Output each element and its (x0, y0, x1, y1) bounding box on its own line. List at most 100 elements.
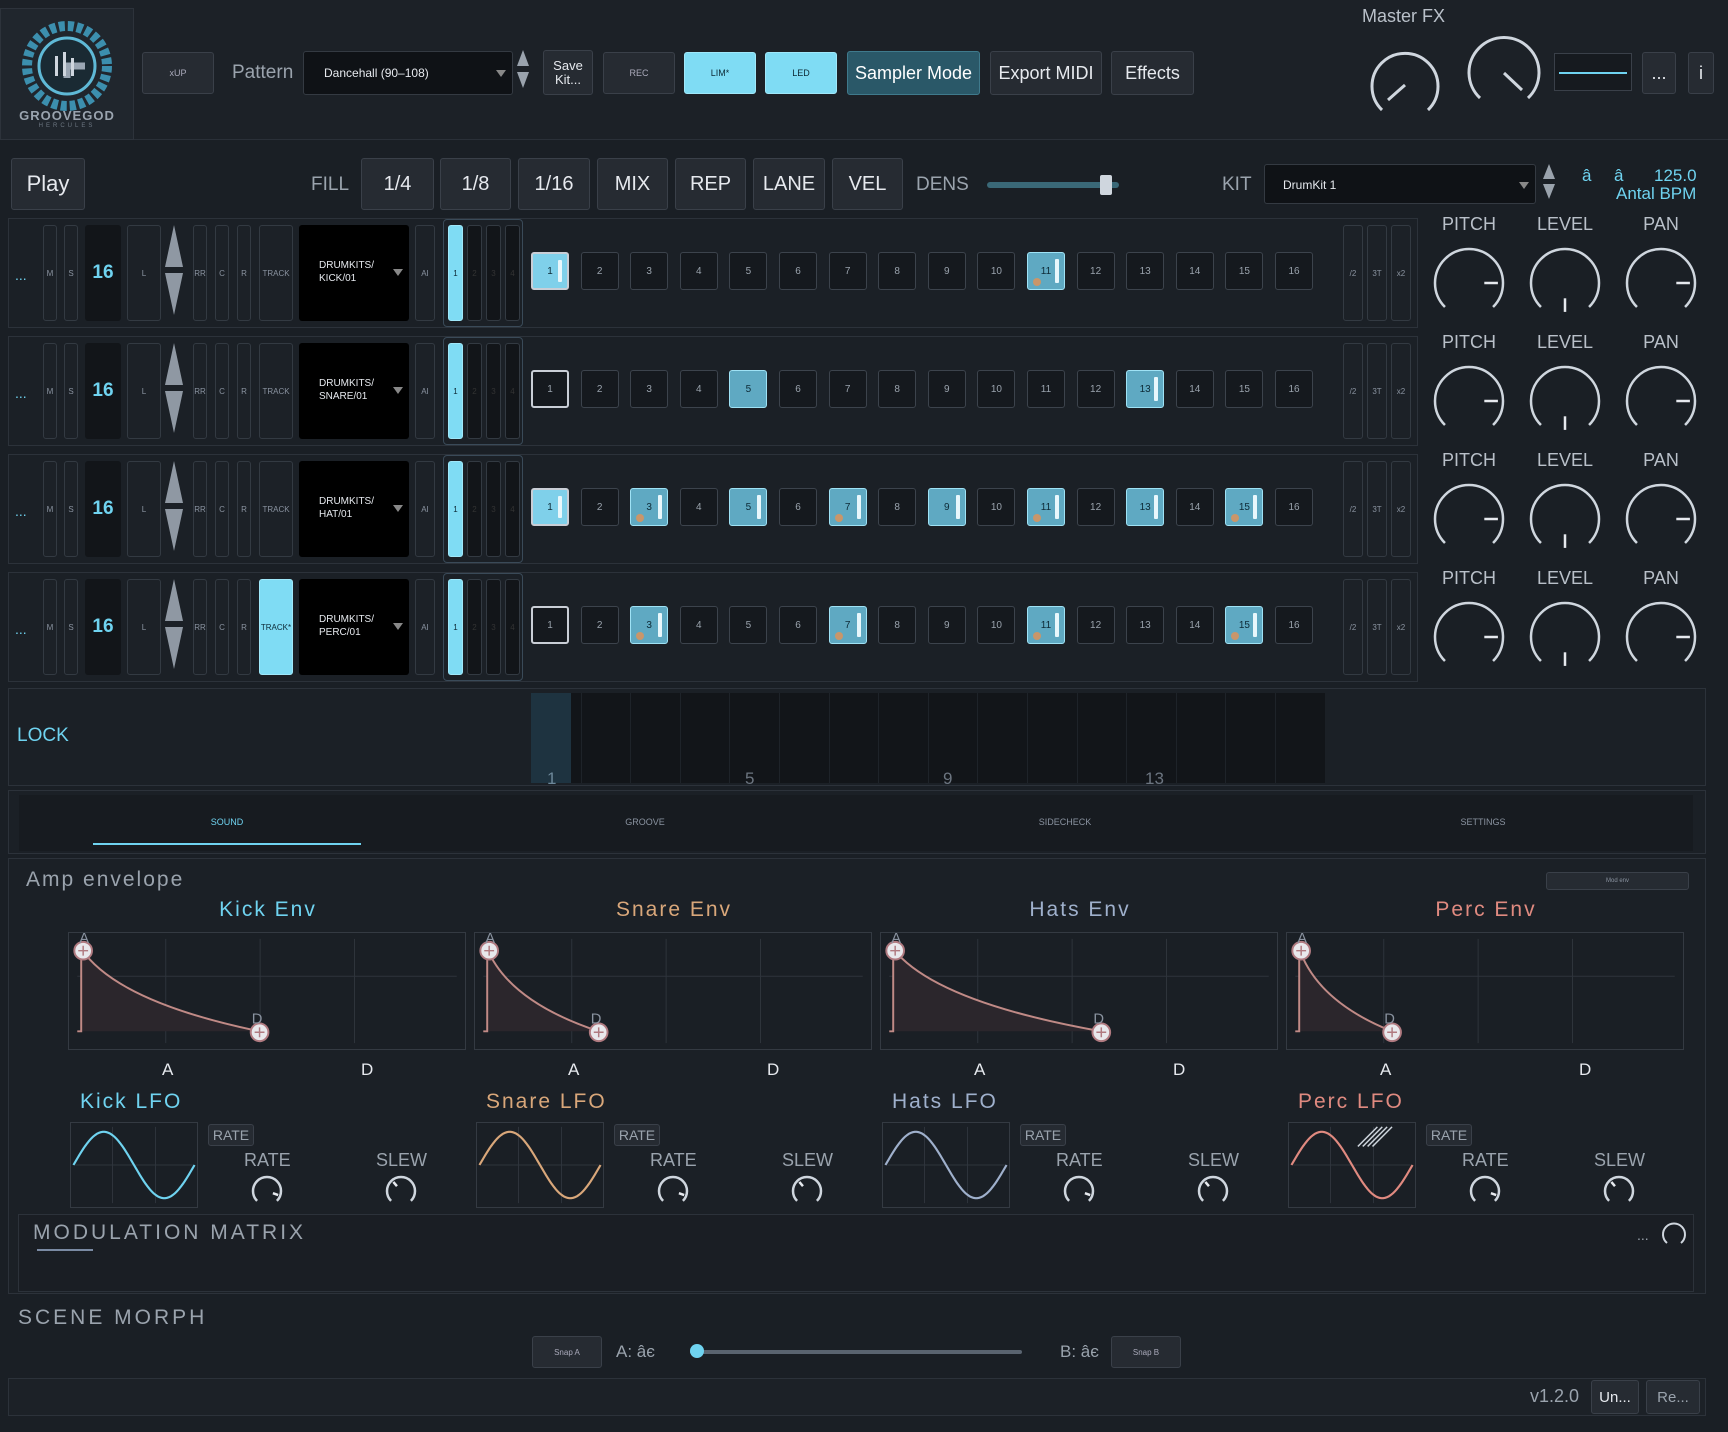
sampler-mode-button[interactable]: Sampler Mode (847, 51, 980, 95)
step-6[interactable]: 6 (779, 252, 817, 290)
step-9[interactable]: 9 (927, 370, 966, 408)
modulation-matrix-more[interactable]: ... (1637, 1227, 1649, 1243)
sample-select[interactable]: DRUMKITS/ SNARE/01 (299, 343, 409, 439)
step-9[interactable]: 9 (927, 252, 966, 290)
sample-select[interactable]: DRUMKITS/ KICK/01 (299, 225, 409, 321)
ai-button[interactable]: AI (415, 579, 435, 675)
track-more-button[interactable]: ... (15, 267, 27, 283)
master-fx-knob-2[interactable] (1465, 34, 1543, 112)
export-midi-button[interactable]: Export MIDI (990, 51, 1102, 95)
step-3[interactable]: 3 (630, 488, 669, 526)
half-button[interactable]: /2 (1343, 579, 1363, 675)
tab-sidecheck[interactable]: SIDECHECK (931, 817, 1199, 827)
bpm-value[interactable]: 125.0 (1654, 166, 1697, 186)
step-5[interactable]: 5 (729, 606, 768, 644)
page-2-button[interactable]: 2 (467, 225, 482, 321)
pitch-knob[interactable] (1432, 600, 1506, 674)
mix-button[interactable]: MIX (597, 158, 668, 210)
page-1-button[interactable]: 1 (448, 579, 463, 675)
ai-button[interactable]: AI (415, 225, 435, 321)
pan-knob[interactable] (1624, 364, 1698, 438)
lfo-slew-knob[interactable] (384, 1174, 418, 1208)
level-knob[interactable] (1528, 246, 1602, 320)
resize-grip-icon[interactable] (1357, 1126, 1393, 1147)
refresh-icon[interactable] (1659, 1221, 1689, 1251)
track-more-button[interactable]: ... (15, 385, 27, 401)
step-7[interactable]: 7 (828, 488, 867, 526)
half-button[interactable]: /2 (1343, 343, 1363, 439)
step-10[interactable]: 10 (977, 252, 1016, 290)
step-6[interactable]: 6 (779, 488, 817, 526)
step-2[interactable]: 2 (580, 370, 619, 408)
lfo-rate-knob[interactable] (1062, 1174, 1096, 1208)
page-1-button[interactable]: 1 (448, 225, 463, 321)
bpm-mode[interactable]: Antal BPM (1616, 184, 1696, 204)
step-1[interactable]: 1 (531, 252, 569, 290)
step-11[interactable]: 11 (1027, 370, 1065, 408)
lfo-rate-tag[interactable]: RATE (1426, 1124, 1472, 1146)
step-10[interactable]: 10 (977, 370, 1016, 408)
step-5[interactable]: 5 (729, 252, 768, 290)
ai-button[interactable]: AI (415, 343, 435, 439)
level-knob[interactable] (1528, 364, 1602, 438)
lfo-wave-display[interactable] (476, 1122, 604, 1208)
triplet-button[interactable]: 3T (1367, 225, 1387, 321)
step-10[interactable]: 10 (977, 488, 1016, 526)
step-13[interactable]: 13 (1126, 370, 1165, 408)
save-kit-button[interactable]: Save Kit... (543, 50, 593, 95)
step-3[interactable]: 3 (630, 606, 669, 644)
lfo-slew-knob[interactable] (790, 1174, 824, 1208)
snap-a-button[interactable]: Snap A (532, 1336, 602, 1368)
step-5[interactable]: 5 (729, 370, 768, 408)
step-9[interactable]: 9 (927, 488, 966, 526)
envelope-graph[interactable]: AD (474, 932, 872, 1050)
step-13[interactable]: 13 (1126, 606, 1165, 644)
arrow-up-icon[interactable] (517, 50, 529, 66)
step-12[interactable]: 12 (1076, 606, 1115, 644)
triplet-button[interactable]: 3T (1367, 461, 1387, 557)
page-selector[interactable]: 1234 (443, 573, 523, 681)
step-5[interactable]: 5 (729, 488, 768, 526)
track-more-button[interactable]: ... (15, 621, 27, 637)
ai-button[interactable]: AI (415, 461, 435, 557)
step-13[interactable]: 13 (1126, 252, 1165, 290)
envelope-graph[interactable]: AD (68, 932, 466, 1050)
double-button[interactable]: x2 (1391, 461, 1411, 557)
page-4-button[interactable]: 4 (505, 579, 520, 675)
step-11[interactable]: 11 (1027, 606, 1065, 644)
mute-button[interactable]: M (43, 225, 57, 321)
led-button[interactable]: LED (765, 52, 837, 94)
step-7[interactable]: 7 (828, 252, 867, 290)
step-12[interactable]: 12 (1076, 488, 1115, 526)
glyph-a[interactable]: â (1582, 166, 1591, 186)
play-button[interactable]: Play (11, 158, 85, 210)
arrow-up-icon[interactable] (165, 461, 183, 503)
step-15[interactable]: 15 (1225, 252, 1264, 290)
quant-sixteenth-button[interactable]: 1/16 (518, 158, 590, 210)
step-16[interactable]: 16 (1275, 606, 1313, 644)
step-2[interactable]: 2 (580, 488, 619, 526)
r-button[interactable]: R (237, 579, 251, 675)
kit-stepper[interactable] (1543, 164, 1557, 204)
page-2-button[interactable]: 2 (467, 343, 482, 439)
pattern-stepper[interactable] (517, 50, 531, 92)
step-14[interactable]: 14 (1175, 370, 1214, 408)
page-1-button[interactable]: 1 (448, 343, 463, 439)
pan-knob[interactable] (1624, 482, 1698, 556)
pan-knob[interactable] (1624, 600, 1698, 674)
page-selector[interactable]: 1234 (443, 455, 523, 563)
sample-select[interactable]: DRUMKITS/ PERC/01 (299, 579, 409, 675)
info-button[interactable]: i (1688, 52, 1714, 94)
step-4[interactable]: 4 (679, 252, 718, 290)
c-button[interactable]: C (215, 343, 229, 439)
step-4[interactable]: 4 (679, 488, 718, 526)
page-4-button[interactable]: 4 (505, 225, 520, 321)
roundrobin-button[interactable]: RR (193, 461, 207, 557)
step-1[interactable]: 1 (531, 606, 569, 644)
arrow-down-icon[interactable] (1543, 184, 1555, 199)
step-2[interactable]: 2 (580, 252, 619, 290)
step-11[interactable]: 11 (1027, 252, 1065, 290)
r-button[interactable]: R (237, 343, 251, 439)
tab-sound[interactable]: SOUND (93, 817, 361, 827)
lfo-wave-display[interactable] (70, 1122, 198, 1208)
